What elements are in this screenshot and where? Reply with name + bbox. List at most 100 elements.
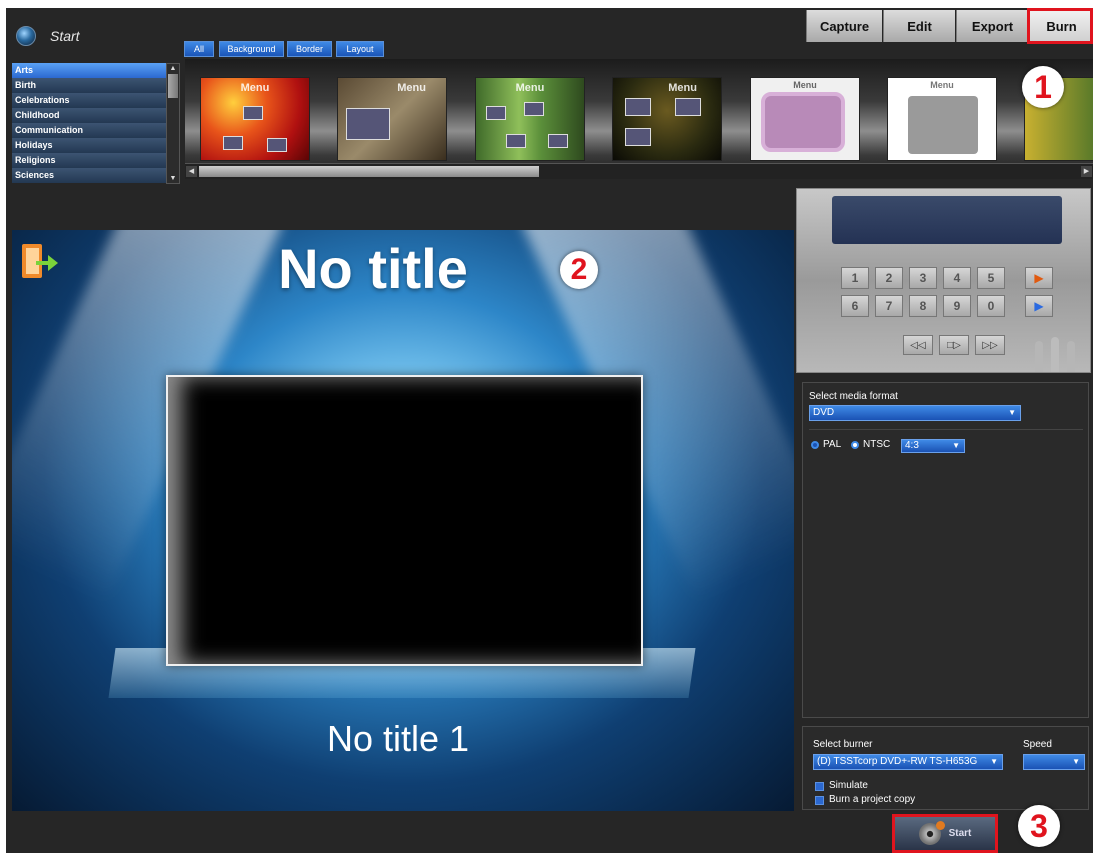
theme-mini-frame — [548, 134, 568, 148]
app-window: Start Capture Edit Export Burn All Backg… — [6, 8, 1093, 853]
callout-badge-2: 2 — [560, 251, 598, 289]
tab-export[interactable]: Export — [956, 10, 1028, 42]
ntsc-radio[interactable] — [851, 441, 859, 449]
chapter-label[interactable]: No title 1 — [12, 718, 794, 760]
theme-thumbnail[interactable]: Menu — [887, 77, 997, 161]
scroll-down-icon[interactable]: ▼ — [167, 174, 179, 183]
filter-tab-all[interactable]: All — [184, 41, 214, 57]
chevron-down-icon: ▼ — [1008, 408, 1016, 417]
remote-key-2[interactable]: 2 — [875, 267, 903, 289]
aspect-dropdown[interactable]: 4:3 ▼ — [901, 439, 965, 453]
divider — [809, 429, 1083, 430]
theme-mini-frame — [486, 106, 506, 120]
start-burn-button[interactable]: Start — [892, 814, 998, 853]
theme-mini-frame — [243, 106, 263, 120]
tab-capture[interactable]: Capture — [806, 10, 882, 42]
start-label[interactable]: Start — [50, 28, 80, 44]
scroll-left-icon[interactable]: ◀ — [186, 166, 197, 177]
filter-tab-background[interactable]: Background — [219, 41, 284, 57]
scroll-up-icon[interactable]: ▲ — [167, 64, 179, 73]
burner-label: Select burner — [813, 739, 873, 750]
media-format-value: DVD — [813, 407, 835, 418]
scroll-right-icon[interactable]: ▶ — [1081, 166, 1092, 177]
chevron-down-icon: ▼ — [1072, 757, 1080, 766]
media-format-dropdown[interactable]: DVD ▼ — [809, 405, 1021, 421]
pal-label: PAL — [823, 439, 842, 450]
theme-mini-frame — [223, 136, 243, 150]
theme-thumbnail[interactable]: Menu — [750, 77, 860, 161]
remote-play-icon[interactable]: ▶ — [1025, 267, 1053, 289]
simulate-checkbox[interactable] — [815, 782, 824, 791]
category-item-holidays[interactable]: Holidays — [12, 137, 166, 153]
ntsc-label: NTSC — [863, 439, 891, 450]
category-item-communication[interactable]: Communication — [12, 122, 166, 138]
theme-thumbnail[interactable]: Menu — [475, 77, 585, 161]
remote-key-4[interactable]: 4 — [943, 267, 971, 289]
pal-radio[interactable] — [811, 441, 819, 449]
filter-tab-border[interactable]: Border — [287, 41, 332, 57]
remote-play-pause-button[interactable]: □▷ — [939, 335, 969, 355]
menu-title[interactable]: No title — [12, 236, 794, 301]
theme-thumbnail[interactable]: Menu — [612, 77, 722, 161]
remote-key-8[interactable]: 8 — [909, 295, 937, 317]
category-scrollbar[interactable]: ▲ ▼ — [166, 63, 180, 184]
chevron-down-icon: ▼ — [952, 441, 960, 450]
remote-key-1[interactable]: 1 — [841, 267, 869, 289]
category-item-celebrations[interactable]: Celebrations — [12, 92, 166, 108]
filter-tab-layout[interactable]: Layout — [336, 41, 384, 57]
theme-menu-text: Menu — [240, 82, 270, 94]
theme-mini-frame — [267, 138, 287, 152]
theme-mini-frame — [506, 134, 526, 148]
category-item-religions[interactable]: Religions — [12, 152, 166, 168]
remote-key-6[interactable]: 6 — [841, 295, 869, 317]
theme-menu-text: Menu — [930, 80, 954, 90]
theme-mini-frame — [524, 102, 544, 116]
menu-preview: No title No title 1 — [12, 230, 794, 811]
theme-frame — [908, 96, 978, 154]
theme-menu-text: Menu — [668, 82, 697, 94]
app-logo-icon[interactable] — [16, 26, 36, 46]
theme-scrollbar[interactable]: ◀ ▶ — [185, 163, 1093, 179]
remote-rewind-button[interactable]: ◁◁ — [903, 335, 933, 355]
media-format-label: Select media format — [809, 391, 898, 402]
disc-icon — [918, 820, 945, 845]
aspect-value: 4:3 — [905, 440, 919, 451]
remote-play-alt-icon[interactable]: ▶ — [1025, 295, 1053, 317]
burn-copy-checkbox[interactable] — [815, 796, 824, 805]
category-list: Arts Birth Celebrations Childhood Commun… — [12, 63, 166, 183]
remote-key-7[interactable]: 7 — [875, 295, 903, 317]
burner-dropdown[interactable]: (D) TSSTcorp DVD+-RW TS-H653G ▼ — [813, 754, 1003, 770]
theme-mini-frame — [346, 108, 390, 140]
theme-menu-text: Menu — [397, 82, 426, 94]
theme-thumbnail[interactable]: Menu — [337, 77, 447, 161]
theme-mini-frame — [675, 98, 701, 116]
remote-forward-button[interactable]: ▷▷ — [975, 335, 1005, 355]
category-item-childhood[interactable]: Childhood — [12, 107, 166, 123]
remote-key-9[interactable]: 9 — [943, 295, 971, 317]
theme-thumbnail[interactable]: Menu — [200, 77, 310, 161]
category-item-sciences[interactable]: Sciences — [12, 167, 166, 183]
simulate-label: Simulate — [829, 780, 868, 791]
category-item-arts[interactable]: Arts — [12, 63, 166, 78]
burner-value: (D) TSSTcorp DVD+-RW TS-H653G — [817, 756, 978, 767]
remote-decoration — [1035, 337, 1075, 372]
speed-dropdown[interactable]: ▼ — [1023, 754, 1085, 770]
tab-edit[interactable]: Edit — [883, 10, 955, 42]
callout-badge-3: 3 — [1018, 805, 1060, 847]
media-format-panel: Select media format DVD ▼ PAL NTSC 4:3 ▼ — [802, 382, 1089, 718]
remote-key-3[interactable]: 3 — [909, 267, 937, 289]
theme-mini-frame — [625, 98, 651, 116]
theme-scroll-thumb[interactable] — [199, 166, 539, 177]
theme-mini-frame — [625, 128, 651, 146]
remote-key-0[interactable]: 0 — [977, 295, 1005, 317]
remote-key-5[interactable]: 5 — [977, 267, 1005, 289]
theme-menu-text: Menu — [515, 82, 545, 94]
callout-badge-1: 1 — [1022, 66, 1064, 108]
category-item-birth[interactable]: Birth — [12, 77, 166, 93]
remote-display — [832, 196, 1062, 244]
theme-menu-text: Menu — [793, 80, 817, 90]
burner-panel: Select burner Speed (D) TSSTcorp DVD+-RW… — [802, 726, 1089, 810]
theme-strip: Menu Menu Menu Menu Menu Menu — [185, 59, 1093, 179]
category-scroll-thumb[interactable] — [168, 74, 178, 98]
video-frame[interactable] — [166, 375, 643, 666]
